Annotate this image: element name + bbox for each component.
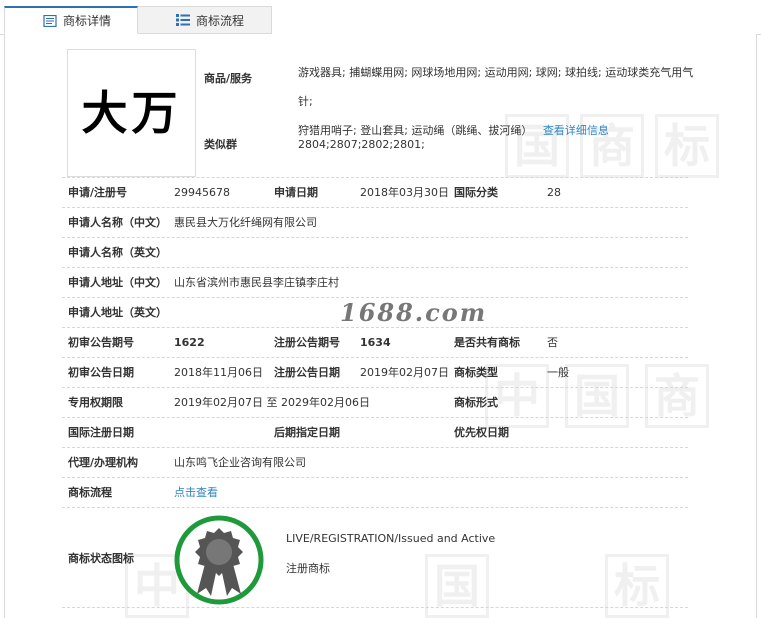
status-en: LIVE/REGISTRATION/Issued and Active — [286, 532, 496, 545]
similar-group-value: 2804;2807;2802;2801; — [298, 138, 425, 151]
reg-pub-no-value: 1634 — [360, 336, 391, 349]
tab-label: 商标详情 — [63, 14, 112, 28]
document-icon — [43, 15, 57, 27]
flow-label: 商标流程 — [68, 486, 112, 499]
intl-reg-date-label: 国际注册日期 — [68, 426, 134, 439]
tab-trademark-flow[interactable]: 商标流程 — [138, 6, 272, 34]
table-row: 初审公告期号 1622 注册公告期号 1634 是否共有商标 否 — [62, 328, 688, 358]
apply-date-value: 2018年03月30日 — [360, 186, 449, 199]
flow-link[interactable]: 点击查看 — [174, 478, 218, 508]
table-row: 初审公告日期 2018年11月06日 注册公告日期 2019年02月07日 商标… — [62, 358, 688, 388]
form-label: 商标形式 — [454, 396, 498, 409]
address-en-label: 申请人地址（英文） — [68, 306, 167, 319]
address-cn-value: 山东省滨州市惠民县李庄镇李庄村 — [174, 276, 339, 289]
table-row: 商标流程 点击查看 — [62, 478, 688, 508]
exclusive-value: 2019年02月07日 至 2029年02月06日 — [174, 396, 370, 409]
prelim-no-label: 初审公告期号 — [68, 336, 134, 349]
prelim-no-value: 1622 — [174, 336, 205, 349]
table-row: 国际注册日期 后期指定日期 优先权日期 — [62, 418, 688, 448]
intl-class-value: 28 — [547, 186, 561, 199]
prelim-date-value: 2018年11月06日 — [174, 366, 263, 379]
agent-value: 山东鸣飞企业咨询有限公司 — [174, 456, 306, 469]
table-row: 申请/注册号 29945678 申请日期 2018年03月30日 国际分类 28 — [62, 178, 688, 208]
reg-no-value: 29945678 — [174, 186, 230, 199]
reg-pub-date-label: 注册公告日期 — [274, 366, 340, 379]
reg-no-label: 申请/注册号 — [68, 186, 128, 199]
trademark-text: 大万 — [81, 86, 182, 140]
priority-label: 优先权日期 — [454, 426, 509, 439]
registered-medal-icon — [174, 515, 264, 605]
site-watermark: 1688.com — [340, 298, 488, 327]
agent-label: 代理/办理机构 — [68, 456, 139, 469]
goods-line-1: 游戏器具; 捕蝴蝶用网; 网球场地用网; 运动用网; 球网; 球拍线; 运动球类… — [298, 66, 694, 108]
intl-class-label: 国际分类 — [454, 186, 498, 199]
similar-group-label: 类似群 — [204, 138, 237, 151]
tab-trademark-details[interactable]: 商标详情 — [4, 6, 138, 34]
shared-label: 是否共有商标 — [454, 336, 520, 349]
table-row: 申请人名称（英文） — [62, 238, 688, 268]
type-label: 商标类型 — [454, 366, 498, 379]
table-row: 商标状态图标 LIVE/REGISTRATION/Issued and Acti… — [62, 508, 688, 608]
applicant-cn-label: 申请人名称（中文） — [68, 216, 167, 229]
apply-date-label: 申请日期 — [274, 186, 318, 199]
applicant-cn-value: 惠民县大万化纤绳网有限公司 — [174, 216, 317, 229]
type-value: 一般 — [547, 366, 569, 379]
exclusive-label: 专用权期限 — [68, 396, 123, 409]
tab-bar: 商标详情 商标流程 — [0, 0, 761, 35]
address-cn-label: 申请人地址（中文） — [68, 276, 167, 289]
trademark-image: 大万 — [67, 49, 196, 177]
status-label: 商标状态图标 — [68, 552, 134, 565]
goods-services-label: 商品/服务 — [204, 72, 253, 85]
view-details-link[interactable]: 查看详细信息 — [543, 124, 609, 137]
list-icon — [176, 14, 190, 26]
applicant-en-label: 申请人名称（英文） — [68, 246, 167, 259]
prelim-date-label: 初审公告日期 — [68, 366, 134, 379]
table-row: 申请人地址（中文） 山东省滨州市惠民县李庄镇李庄村 — [62, 268, 688, 298]
later-date-label: 后期指定日期 — [274, 426, 340, 439]
tab-label: 商标流程 — [196, 13, 245, 28]
table-row: 申请人名称（中文） 惠民县大万化纤绳网有限公司 — [62, 208, 688, 238]
reg-pub-date-value: 2019年02月07日 — [360, 366, 449, 379]
status-cn: 注册商标 — [286, 562, 330, 575]
table-row: 代理/办理机构 山东鸣飞企业咨询有限公司 — [62, 448, 688, 478]
shared-value: 否 — [547, 336, 558, 349]
table-row: 专用权期限 2019年02月07日 至 2029年02月06日 商标形式 — [62, 388, 688, 418]
reg-pub-no-label: 注册公告期号 — [274, 336, 340, 349]
